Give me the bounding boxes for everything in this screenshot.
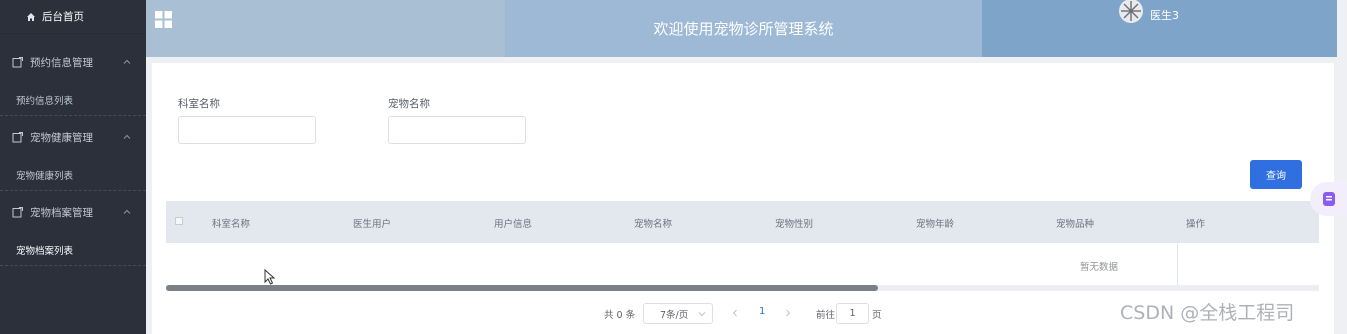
- chevron-left-icon[interactable]: [730, 308, 740, 318]
- pet-name-input[interactable]: [388, 116, 526, 144]
- goto-page-value: 1: [849, 308, 856, 319]
- watermark-text: CSDN @全栈工程司: [1120, 302, 1295, 324]
- sidebar-item-health-list[interactable]: 宠物健康列表: [0, 159, 146, 191]
- page-scrollbar[interactable]: [1337, 0, 1347, 334]
- floating-assistant-button[interactable]: [1310, 182, 1347, 216]
- sidebar-group-label: 宠物档案管理: [30, 207, 93, 219]
- page-title: 欢迎使用宠物诊所管理系统: [653, 20, 834, 38]
- column-header-actions: 操作: [1186, 219, 1206, 230]
- actions-column-divider: [1177, 201, 1178, 287]
- table-header: 科室名称 医生用户 用户信息 宠物名称 宠物性别 宠物年龄 宠物品种 操作: [166, 201, 1319, 243]
- select-all-checkbox[interactable]: [175, 217, 183, 225]
- sidebar: 后台首页 预约信息管理 预约信息列表 宠物健康管理 宠物健康列表 宠物档案管理 …: [0, 0, 146, 334]
- menu-doc-icon: [12, 207, 23, 218]
- column-header: 用户信息: [494, 219, 533, 230]
- home-icon: [27, 12, 35, 21]
- header-left: [146, 0, 505, 57]
- sidebar-group-label: 宠物健康管理: [30, 132, 93, 144]
- sidebar-home[interactable]: 后台首页: [0, 0, 146, 34]
- sidebar-group-archive[interactable]: 宠物档案管理: [0, 191, 146, 234]
- content-panel: 科室名称 宠物名称 查询 科室名称 医生用户 用户信息 宠物名称 宠物性别 宠物…: [152, 63, 1334, 334]
- goto-page-input[interactable]: 1: [836, 303, 869, 324]
- chevron-up-icon: [123, 59, 131, 64]
- column-header: 宠物名称: [634, 219, 673, 230]
- chevron-down-icon: [698, 312, 706, 317]
- menu-doc-icon: [12, 132, 23, 143]
- column-header: 宠物品种: [1056, 219, 1095, 230]
- column-header: 科室名称: [212, 219, 251, 230]
- sidebar-item-label: 宠物健康列表: [16, 170, 74, 182]
- empty-table-text: 暂无数据: [1080, 262, 1119, 273]
- dept-name-label: 科室名称: [178, 98, 220, 110]
- grid-icon[interactable]: [155, 11, 172, 28]
- table-horizontal-scrollbar[interactable]: [166, 285, 1319, 291]
- query-button[interactable]: 查询: [1250, 160, 1302, 189]
- page-size-select[interactable]: 7条/页: [643, 303, 713, 324]
- current-page-number[interactable]: 1: [759, 306, 765, 317]
- scrollbar-thumb[interactable]: [166, 285, 878, 291]
- sidebar-home-label: 后台首页: [42, 11, 84, 23]
- top-header: 欢迎使用宠物诊所管理系统 医生3: [146, 0, 1337, 57]
- header-user-area: 医生3: [982, 0, 1337, 57]
- dept-name-input[interactable]: [178, 116, 316, 144]
- avatar-icon[interactable]: [1118, 0, 1144, 26]
- sidebar-group-appointment[interactable]: 预约信息管理: [0, 41, 146, 84]
- chevron-up-icon: [123, 134, 131, 139]
- sidebar-item-appointment-list[interactable]: 预约信息列表: [0, 84, 146, 116]
- mouse-cursor-icon: [264, 269, 276, 285]
- column-header: 宠物性别: [775, 219, 814, 230]
- goto-label: 前往: [816, 310, 836, 321]
- header-title-area: 欢迎使用宠物诊所管理系统: [505, 0, 982, 57]
- sidebar-group-label: 预约信息管理: [30, 57, 93, 69]
- column-header: 宠物年龄: [916, 219, 955, 230]
- pet-name-label: 宠物名称: [388, 98, 430, 110]
- chevron-up-icon: [123, 209, 131, 214]
- assistant-icon: [1323, 192, 1335, 206]
- pagination-total: 共 0 条: [604, 310, 636, 321]
- user-name[interactable]: 医生3: [1150, 7, 1179, 23]
- chevron-right-icon[interactable]: [783, 308, 793, 318]
- sidebar-group-health[interactable]: 宠物健康管理: [0, 116, 146, 159]
- sidebar-item-label: 宠物档案列表: [16, 245, 74, 257]
- column-header: 医生用户: [353, 219, 392, 230]
- menu-doc-icon: [12, 57, 23, 68]
- sidebar-item-archive-list[interactable]: 宠物档案列表: [0, 234, 146, 266]
- page-size-value: 7条/页: [660, 309, 689, 321]
- sidebar-item-label: 预约信息列表: [16, 95, 74, 107]
- page-suffix: 页: [872, 310, 882, 321]
